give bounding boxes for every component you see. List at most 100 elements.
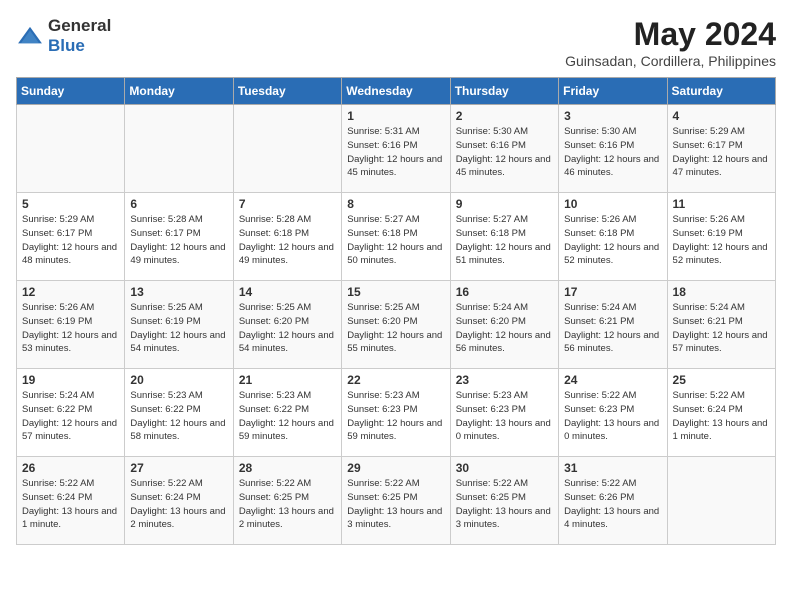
- header-wednesday: Wednesday: [342, 78, 450, 105]
- calendar-cell: 31 Sunrise: 5:22 AMSunset: 6:26 PMDaylig…: [559, 457, 667, 545]
- day-info: Sunrise: 5:22 AMSunset: 6:25 PMDaylight:…: [347, 477, 444, 532]
- calendar-cell: 11 Sunrise: 5:26 AMSunset: 6:19 PMDaylig…: [667, 193, 775, 281]
- day-info: Sunrise: 5:22 AMSunset: 6:24 PMDaylight:…: [22, 477, 119, 532]
- day-info: Sunrise: 5:29 AMSunset: 6:17 PMDaylight:…: [22, 213, 119, 268]
- calendar-cell: [233, 105, 341, 193]
- day-number: 12: [22, 285, 119, 299]
- day-number: 28: [239, 461, 336, 475]
- day-info: Sunrise: 5:30 AMSunset: 6:16 PMDaylight:…: [564, 125, 661, 180]
- calendar-cell: 21 Sunrise: 5:23 AMSunset: 6:22 PMDaylig…: [233, 369, 341, 457]
- day-info: Sunrise: 5:23 AMSunset: 6:22 PMDaylight:…: [239, 389, 336, 444]
- day-info: Sunrise: 5:24 AMSunset: 6:21 PMDaylight:…: [564, 301, 661, 356]
- day-number: 14: [239, 285, 336, 299]
- day-info: Sunrise: 5:23 AMSunset: 6:23 PMDaylight:…: [456, 389, 553, 444]
- day-number: 22: [347, 373, 444, 387]
- day-number: 19: [22, 373, 119, 387]
- calendar-body: 1 Sunrise: 5:31 AMSunset: 6:16 PMDayligh…: [17, 105, 776, 545]
- day-info: Sunrise: 5:28 AMSunset: 6:18 PMDaylight:…: [239, 213, 336, 268]
- day-number: 7: [239, 197, 336, 211]
- day-info: Sunrise: 5:25 AMSunset: 6:20 PMDaylight:…: [347, 301, 444, 356]
- day-number: 20: [130, 373, 227, 387]
- calendar-cell: 25 Sunrise: 5:22 AMSunset: 6:24 PMDaylig…: [667, 369, 775, 457]
- day-info: Sunrise: 5:28 AMSunset: 6:17 PMDaylight:…: [130, 213, 227, 268]
- day-info: Sunrise: 5:24 AMSunset: 6:21 PMDaylight:…: [673, 301, 770, 356]
- logo-blue: Blue: [48, 36, 85, 55]
- day-number: 11: [673, 197, 770, 211]
- calendar-cell: 6 Sunrise: 5:28 AMSunset: 6:17 PMDayligh…: [125, 193, 233, 281]
- month-year: May 2024: [565, 16, 776, 53]
- day-number: 10: [564, 197, 661, 211]
- calendar-cell: 29 Sunrise: 5:22 AMSunset: 6:25 PMDaylig…: [342, 457, 450, 545]
- day-number: 24: [564, 373, 661, 387]
- day-info: Sunrise: 5:22 AMSunset: 6:25 PMDaylight:…: [239, 477, 336, 532]
- day-number: 6: [130, 197, 227, 211]
- day-number: 29: [347, 461, 444, 475]
- calendar-header: Sunday Monday Tuesday Wednesday Thursday…: [17, 78, 776, 105]
- day-number: 17: [564, 285, 661, 299]
- header-monday: Monday: [125, 78, 233, 105]
- calendar-week-1: 1 Sunrise: 5:31 AMSunset: 6:16 PMDayligh…: [17, 105, 776, 193]
- calendar-cell: 20 Sunrise: 5:23 AMSunset: 6:22 PMDaylig…: [125, 369, 233, 457]
- calendar-cell: 15 Sunrise: 5:25 AMSunset: 6:20 PMDaylig…: [342, 281, 450, 369]
- calendar-cell: 12 Sunrise: 5:26 AMSunset: 6:19 PMDaylig…: [17, 281, 125, 369]
- day-number: 9: [456, 197, 553, 211]
- day-info: Sunrise: 5:24 AMSunset: 6:22 PMDaylight:…: [22, 389, 119, 444]
- calendar-cell: 22 Sunrise: 5:23 AMSunset: 6:23 PMDaylig…: [342, 369, 450, 457]
- weekday-row: Sunday Monday Tuesday Wednesday Thursday…: [17, 78, 776, 105]
- day-number: 18: [673, 285, 770, 299]
- day-info: Sunrise: 5:26 AMSunset: 6:19 PMDaylight:…: [673, 213, 770, 268]
- calendar-week-4: 19 Sunrise: 5:24 AMSunset: 6:22 PMDaylig…: [17, 369, 776, 457]
- day-info: Sunrise: 5:22 AMSunset: 6:24 PMDaylight:…: [673, 389, 770, 444]
- logo-icon: [16, 25, 44, 47]
- day-info: Sunrise: 5:26 AMSunset: 6:18 PMDaylight:…: [564, 213, 661, 268]
- day-info: Sunrise: 5:29 AMSunset: 6:17 PMDaylight:…: [673, 125, 770, 180]
- day-info: Sunrise: 5:22 AMSunset: 6:26 PMDaylight:…: [564, 477, 661, 532]
- header-sunday: Sunday: [17, 78, 125, 105]
- calendar-cell: [667, 457, 775, 545]
- day-info: Sunrise: 5:23 AMSunset: 6:23 PMDaylight:…: [347, 389, 444, 444]
- calendar-cell: 27 Sunrise: 5:22 AMSunset: 6:24 PMDaylig…: [125, 457, 233, 545]
- title-area: May 2024 Guinsadan, Cordillera, Philippi…: [565, 16, 776, 69]
- day-number: 16: [456, 285, 553, 299]
- calendar-cell: 17 Sunrise: 5:24 AMSunset: 6:21 PMDaylig…: [559, 281, 667, 369]
- calendar-cell: [17, 105, 125, 193]
- day-number: 8: [347, 197, 444, 211]
- day-number: 13: [130, 285, 227, 299]
- header-saturday: Saturday: [667, 78, 775, 105]
- calendar-cell: 10 Sunrise: 5:26 AMSunset: 6:18 PMDaylig…: [559, 193, 667, 281]
- header-friday: Friday: [559, 78, 667, 105]
- logo-general: General: [48, 16, 111, 35]
- calendar-week-3: 12 Sunrise: 5:26 AMSunset: 6:19 PMDaylig…: [17, 281, 776, 369]
- calendar-cell: 18 Sunrise: 5:24 AMSunset: 6:21 PMDaylig…: [667, 281, 775, 369]
- calendar-table: Sunday Monday Tuesday Wednesday Thursday…: [16, 77, 776, 545]
- day-info: Sunrise: 5:25 AMSunset: 6:19 PMDaylight:…: [130, 301, 227, 356]
- day-number: 23: [456, 373, 553, 387]
- calendar-cell: [125, 105, 233, 193]
- header-thursday: Thursday: [450, 78, 558, 105]
- calendar-cell: 3 Sunrise: 5:30 AMSunset: 6:16 PMDayligh…: [559, 105, 667, 193]
- day-info: Sunrise: 5:31 AMSunset: 6:16 PMDaylight:…: [347, 125, 444, 180]
- day-number: 1: [347, 109, 444, 123]
- day-info: Sunrise: 5:30 AMSunset: 6:16 PMDaylight:…: [456, 125, 553, 180]
- calendar-week-5: 26 Sunrise: 5:22 AMSunset: 6:24 PMDaylig…: [17, 457, 776, 545]
- calendar-cell: 14 Sunrise: 5:25 AMSunset: 6:20 PMDaylig…: [233, 281, 341, 369]
- calendar-cell: 16 Sunrise: 5:24 AMSunset: 6:20 PMDaylig…: [450, 281, 558, 369]
- day-number: 30: [456, 461, 553, 475]
- day-number: 25: [673, 373, 770, 387]
- calendar-cell: 28 Sunrise: 5:22 AMSunset: 6:25 PMDaylig…: [233, 457, 341, 545]
- day-number: 26: [22, 461, 119, 475]
- day-info: Sunrise: 5:25 AMSunset: 6:20 PMDaylight:…: [239, 301, 336, 356]
- header-tuesday: Tuesday: [233, 78, 341, 105]
- calendar-cell: 5 Sunrise: 5:29 AMSunset: 6:17 PMDayligh…: [17, 193, 125, 281]
- calendar-cell: 23 Sunrise: 5:23 AMSunset: 6:23 PMDaylig…: [450, 369, 558, 457]
- calendar-cell: 19 Sunrise: 5:24 AMSunset: 6:22 PMDaylig…: [17, 369, 125, 457]
- calendar-week-2: 5 Sunrise: 5:29 AMSunset: 6:17 PMDayligh…: [17, 193, 776, 281]
- day-info: Sunrise: 5:22 AMSunset: 6:23 PMDaylight:…: [564, 389, 661, 444]
- calendar-cell: 2 Sunrise: 5:30 AMSunset: 6:16 PMDayligh…: [450, 105, 558, 193]
- day-number: 4: [673, 109, 770, 123]
- calendar-cell: 26 Sunrise: 5:22 AMSunset: 6:24 PMDaylig…: [17, 457, 125, 545]
- day-info: Sunrise: 5:22 AMSunset: 6:24 PMDaylight:…: [130, 477, 227, 532]
- day-number: 31: [564, 461, 661, 475]
- day-info: Sunrise: 5:27 AMSunset: 6:18 PMDaylight:…: [347, 213, 444, 268]
- logo-text: General Blue: [48, 16, 111, 56]
